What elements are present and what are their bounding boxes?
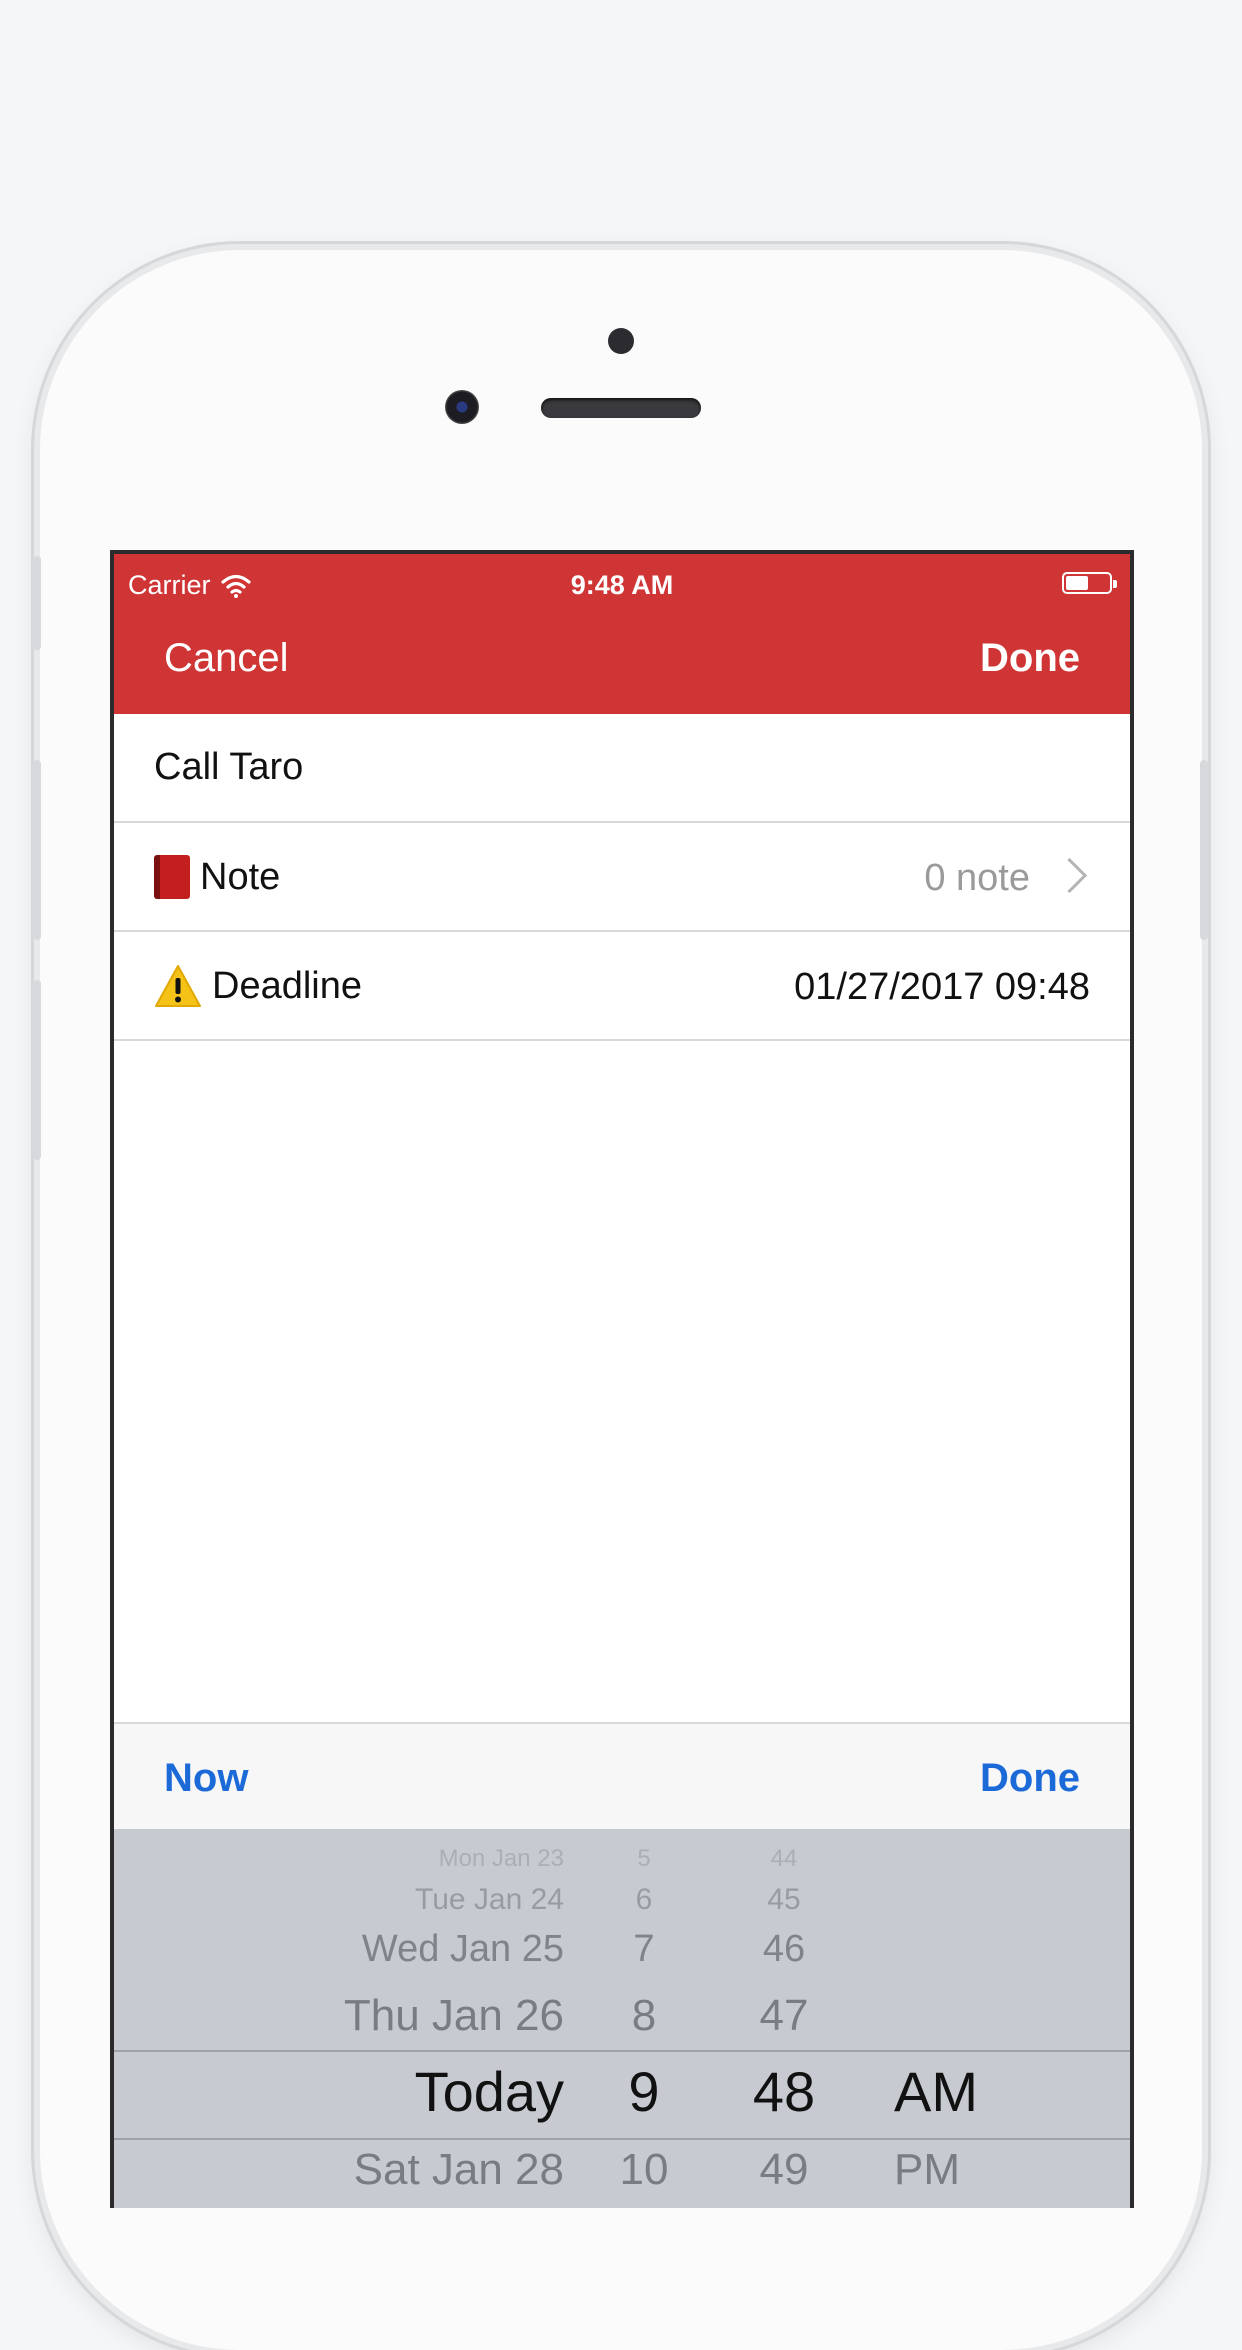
picker-hour-option[interactable]: 9: [584, 2059, 704, 2124]
picker-hour-option[interactable]: 6: [584, 1883, 704, 1917]
picker-ampm-option[interactable]: PM: [894, 2145, 960, 2195]
status-time: 9:48 AM: [570, 570, 674, 600]
book-icon: [154, 855, 190, 899]
picker-date-option[interactable]: Sat Jan 28: [354, 2145, 564, 2195]
picker-done-button[interactable]: Done: [980, 1756, 1080, 1801]
note-label-group: Note: [154, 855, 280, 899]
warning-icon: [155, 965, 201, 1007]
deadline-value: 01/27/2017 09:48: [794, 966, 1090, 1008]
task-title[interactable]: Call Taro: [154, 746, 303, 789]
task-title-row[interactable]: Call Taro: [114, 714, 1130, 823]
proximity-sensor: [608, 328, 634, 354]
screen: Carrier 9:48 AM Cancel Done Call Taro No…: [110, 550, 1134, 2208]
picker-date-option[interactable]: Wed Jan 25: [362, 1928, 564, 1971]
front-camera: [445, 390, 479, 424]
cancel-button[interactable]: Cancel: [164, 636, 289, 681]
picker-hour-option[interactable]: 5: [584, 1845, 704, 1873]
picker-ampm-column[interactable]: AM PM: [864, 1829, 1044, 2208]
deadline-row[interactable]: Deadline 01/27/2017 09:48: [114, 932, 1130, 1041]
chevron-right-icon: [1051, 857, 1088, 894]
picker-hour-option[interactable]: 7: [584, 1928, 704, 1971]
picker-minute-option[interactable]: 47: [704, 1991, 864, 2041]
picker-hour-column[interactable]: 5 6 7 8 9 10: [584, 1829, 704, 2208]
volume-down-button: [33, 980, 41, 1160]
battery-icon: [1062, 572, 1117, 594]
volume-up-button: [33, 760, 41, 940]
deadline-label-group: Deadline: [154, 964, 362, 1008]
picker-minute-column[interactable]: 44 45 46 47 48 49: [704, 1829, 864, 2208]
picker-minute-option[interactable]: 49: [704, 2145, 864, 2195]
picker-toolbar: Now Done: [114, 1722, 1130, 1831]
mute-switch: [33, 556, 41, 650]
picker-date-option[interactable]: Mon Jan 23: [439, 1845, 564, 1873]
power-button: [1200, 760, 1208, 940]
done-button[interactable]: Done: [980, 636, 1080, 681]
note-count: 0 note: [924, 857, 1030, 899]
picker-minute-option[interactable]: 46: [704, 1928, 864, 1971]
picker-date-option[interactable]: Today: [415, 2059, 564, 2124]
note-row[interactable]: Note 0 note: [114, 823, 1130, 932]
picker-hour-option[interactable]: 10: [584, 2145, 704, 2195]
navigation-bar: Carrier 9:48 AM Cancel Done: [114, 554, 1130, 714]
now-button[interactable]: Now: [164, 1756, 248, 1801]
screen-content: Carrier 9:48 AM Cancel Done Call Taro No…: [114, 554, 1130, 2208]
picker-minute-option[interactable]: 44: [704, 1845, 864, 1873]
picker-ampm-option[interactable]: AM: [894, 2059, 978, 2124]
picker-date-option[interactable]: Tue Jan 24: [415, 1883, 564, 1917]
picker-date-option[interactable]: Thu Jan 26: [344, 1991, 564, 2041]
date-time-picker[interactable]: Mon Jan 23 Tue Jan 24 Wed Jan 25 Thu Jan 26…: [114, 1829, 1130, 2208]
picker-minute-option[interactable]: 48: [704, 2059, 864, 2124]
picker-date-column[interactable]: Mon Jan 23 Tue Jan 24 Wed Jan 25 Thu Jan 26…: [114, 1829, 584, 2208]
picker-hour-option[interactable]: 8: [584, 1991, 704, 2041]
status-bar: Carrier 9:48 AM: [114, 554, 1130, 608]
note-label: Note: [200, 855, 281, 898]
earpiece-speaker: [541, 398, 701, 418]
picker-minute-option[interactable]: 45: [704, 1883, 864, 1917]
deadline-label: Deadline: [212, 964, 362, 1007]
